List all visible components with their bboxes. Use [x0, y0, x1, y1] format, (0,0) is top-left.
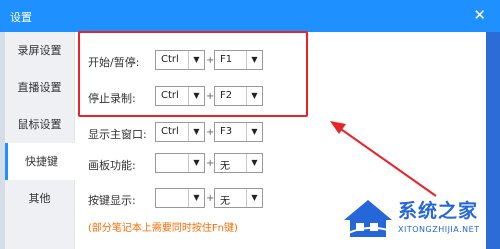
modifier-select-drawing-board[interactable]: ▼ [155, 153, 205, 173]
sidebar-item-shortcuts[interactable]: 快捷键 [5, 143, 75, 180]
sidebar-item-label: 鼠标设置 [17, 118, 62, 131]
chevron-down-icon: ▼ [188, 189, 204, 207]
sidebar-item-label: 直播设置 [17, 81, 62, 94]
chevron-down-icon: ▼ [246, 189, 262, 207]
key-select-show-main[interactable]: F3 ▼ [214, 122, 263, 142]
chevron-down-icon: ▼ [246, 154, 262, 172]
settings-sidebar: 录屏设置 直播设置 鼠标设置 快捷键 其他 [5, 32, 75, 249]
shortcut-label-show-main: 显示主窗口: [88, 128, 147, 141]
highlight-box [78, 31, 308, 117]
fn-key-note: (部分笔记本上需要同时按住Fn键) [88, 223, 238, 234]
sidebar-item-other[interactable]: 其他 [5, 180, 74, 217]
title-bar: 设置 ✕ [0, 0, 500, 32]
chevron-down-icon: ▼ [188, 123, 204, 141]
sidebar-item-label: 其他 [28, 192, 51, 205]
watermark-name: 系统之家 [398, 200, 479, 222]
chevron-down-icon: ▼ [188, 154, 204, 172]
house-logo-icon [341, 200, 395, 237]
shortcut-label-drawing-board: 画板功能: [88, 159, 136, 172]
sidebar-item-label: 快捷键 [25, 155, 58, 168]
sidebar-item-live-settings[interactable]: 直播设置 [5, 69, 74, 106]
sidebar-item-mouse-settings[interactable]: 鼠标设置 [5, 106, 74, 143]
window-title: 设置 [10, 11, 32, 24]
close-icon[interactable]: ✕ [473, 6, 486, 24]
chevron-down-icon: ▼ [246, 123, 262, 141]
watermark-url: XITONGZHIJIA.NET [398, 225, 480, 234]
sidebar-item-record-settings[interactable]: 录屏设置 [5, 32, 74, 69]
watermark: 系统之家 XITONGZHIJIA.NET [330, 190, 500, 249]
key-select-key-display[interactable]: 无 ▼ [214, 188, 263, 208]
sidebar-item-label: 录屏设置 [17, 44, 62, 57]
modifier-select-key-display[interactable]: ▼ [155, 188, 205, 208]
modifier-select-show-main[interactable]: Ctrl ▼ [155, 122, 205, 142]
key-select-drawing-board[interactable]: 无 ▼ [214, 153, 263, 173]
shortcut-label-key-display: 按键显示: [88, 194, 136, 207]
